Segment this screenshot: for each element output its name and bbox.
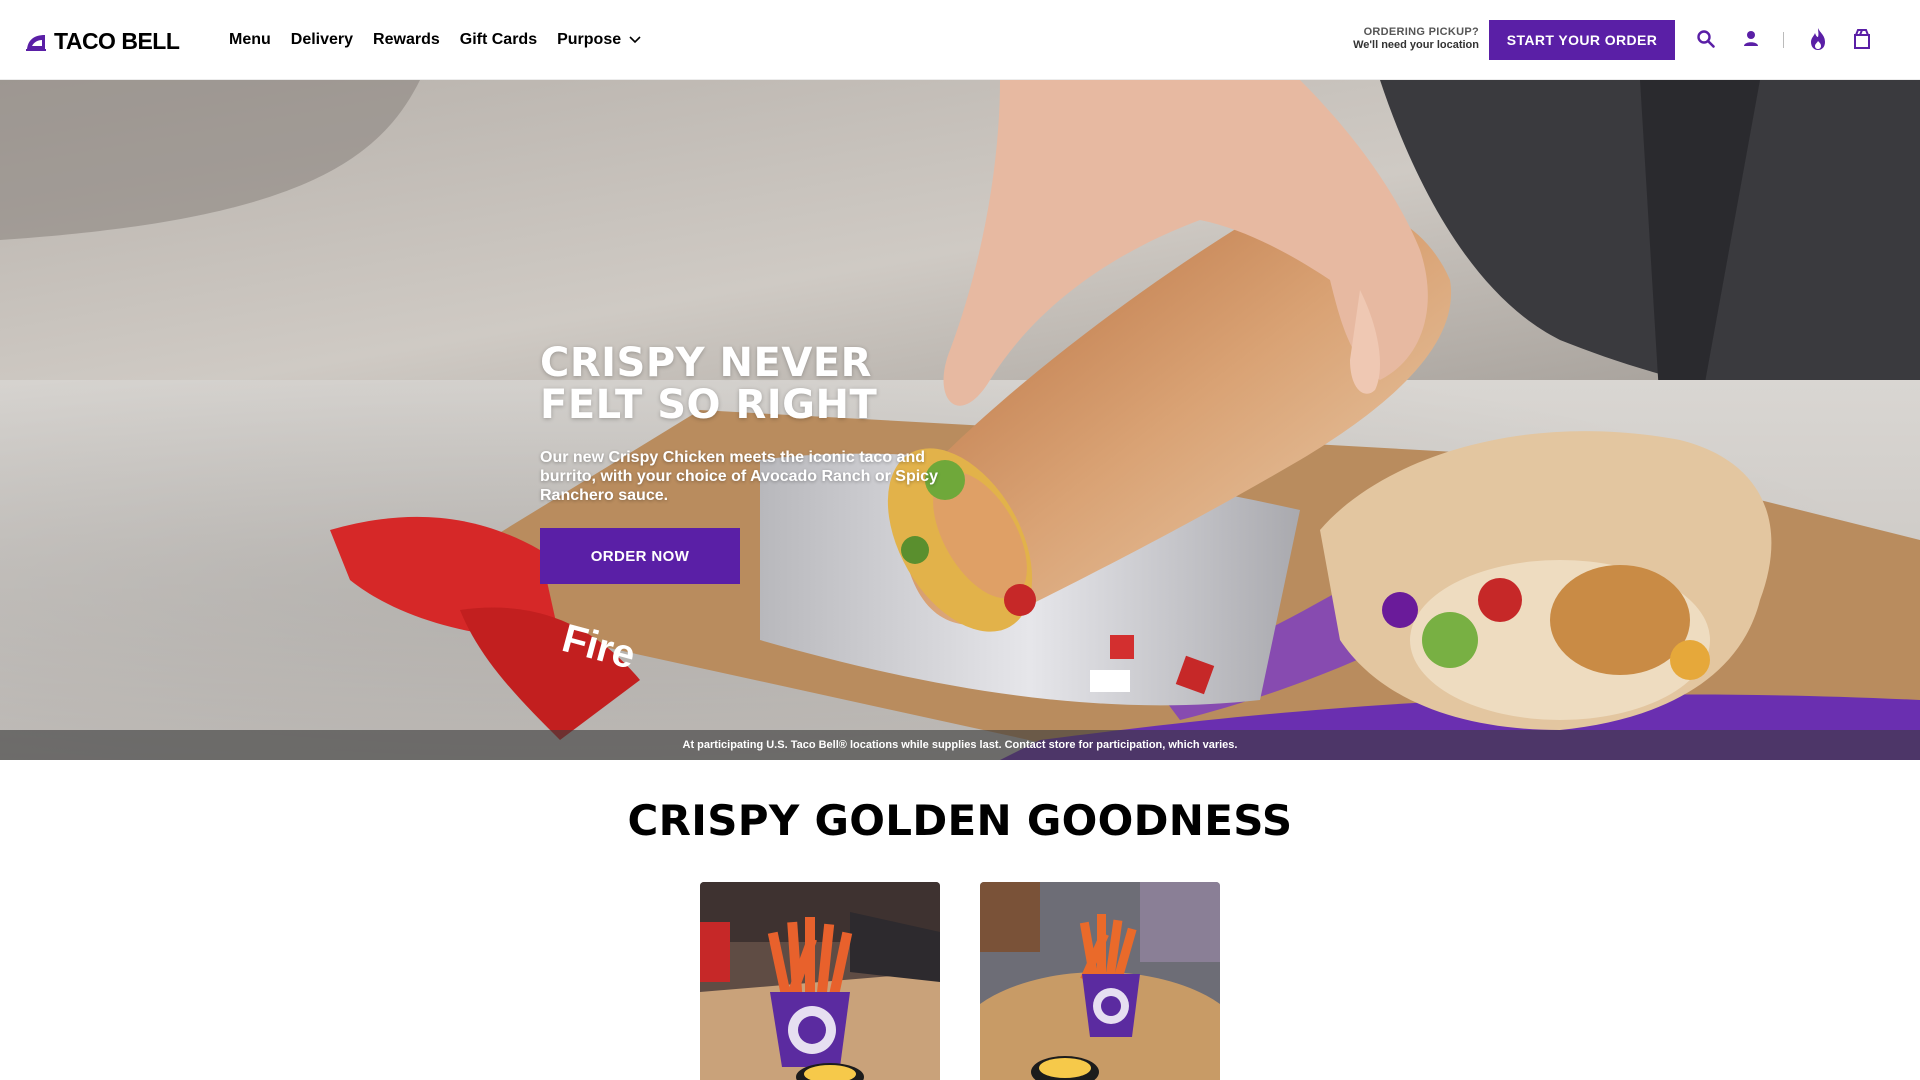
- nav-rewards[interactable]: Rewards: [373, 31, 440, 49]
- fries-image-1: [700, 882, 940, 1080]
- disclaimer-text: At participating U.S. Taco Bell® locatio…: [682, 739, 1238, 751]
- order-now-button[interactable]: ORDER NOW: [540, 528, 740, 584]
- pickup-title: ORDERING PICKUP?: [1363, 26, 1479, 38]
- bell-logo-icon: [26, 34, 46, 51]
- fries-card-2[interactable]: [980, 882, 1220, 1080]
- pickup-subtitle: We'll need your location: [1353, 39, 1479, 51]
- main-nav: Menu Delivery Rewards Gift Cards Purpose: [229, 0, 661, 80]
- nav-purpose[interactable]: Purpose: [557, 31, 641, 49]
- bag-icon[interactable]: [1850, 27, 1874, 51]
- hero-title: CRISPY NEVER FELT SO RIGHT: [540, 340, 878, 428]
- pickup-location-prompt[interactable]: ORDERING PICKUP? We'll need your locatio…: [1353, 26, 1479, 52]
- fire-icon[interactable]: [1806, 27, 1830, 51]
- nav-delivery[interactable]: Delivery: [291, 31, 353, 49]
- nav-menu[interactable]: Menu: [229, 31, 271, 49]
- disclaimer-bar: At participating U.S. Taco Bell® locatio…: [0, 730, 1920, 760]
- logo-text: TACO BELL: [54, 28, 180, 54]
- search-icon[interactable]: [1694, 27, 1718, 51]
- fries-card-1[interactable]: [700, 882, 940, 1080]
- hero-description: Our new Crispy Chicken meets the iconic …: [540, 449, 938, 504]
- taco-bell-logo[interactable]: TACO BELL: [24, 28, 180, 55]
- hero-food-image: Fire: [0, 80, 1920, 760]
- site-header: TACO BELL Menu Delivery Rewards Gift Car…: [0, 0, 1920, 80]
- chevron-down-icon: [629, 36, 641, 44]
- nav-gift-cards[interactable]: Gift Cards: [460, 31, 537, 49]
- section-title: CRISPY GOLDEN GOODNESS: [627, 796, 1293, 845]
- hero-banner: Fire CRISPY NEVER FELT SO RIGHT Our new …: [0, 80, 1920, 760]
- start-your-order-button[interactable]: START YOUR ORDER: [1489, 20, 1675, 60]
- hero-content: CRISPY NEVER FELT SO RIGHT Our new Crisp…: [540, 342, 960, 584]
- fries-image-2: [980, 882, 1220, 1080]
- header-divider: [1783, 32, 1784, 48]
- nav-purpose-label: Purpose: [557, 31, 622, 48]
- account-icon[interactable]: [1739, 27, 1763, 51]
